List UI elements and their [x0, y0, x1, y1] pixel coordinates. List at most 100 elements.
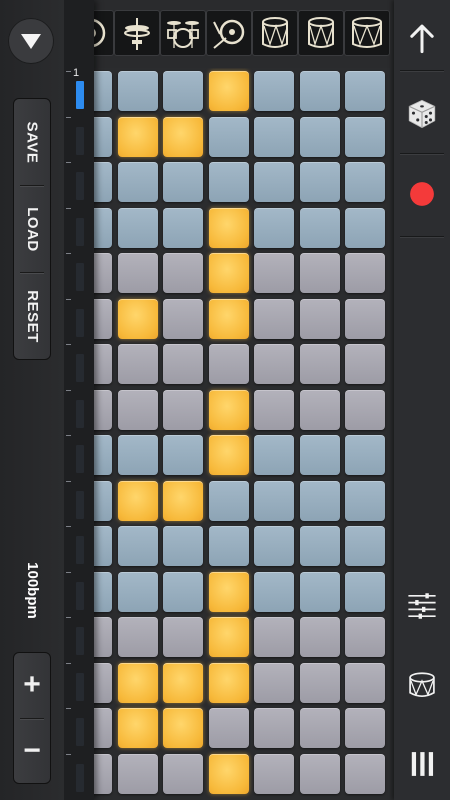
pad-cell[interactable]: [208, 526, 249, 566]
pad-cell[interactable]: [163, 662, 203, 703]
pad-cell[interactable]: [254, 116, 294, 157]
pad-cell[interactable]: [254, 662, 294, 703]
pad-cell[interactable]: [117, 116, 158, 157]
pad-cell[interactable]: [117, 207, 158, 248]
pad-cell[interactable]: [117, 162, 158, 202]
pad-cell[interactable]: [163, 116, 203, 157]
pad-cell[interactable]: [208, 253, 249, 293]
pad-cell[interactable]: [208, 116, 249, 157]
pad-cell[interactable]: [254, 344, 294, 384]
pad-cell[interactable]: [345, 162, 385, 202]
pad-cell[interactable]: [299, 207, 340, 248]
pad-cell[interactable]: [94, 344, 112, 384]
pad-cell[interactable]: [345, 207, 385, 248]
pad-cell[interactable]: [345, 571, 385, 612]
pad-cell[interactable]: [299, 162, 340, 202]
pad-cell[interactable]: [299, 435, 340, 475]
pad-cell[interactable]: [208, 207, 249, 248]
pad-cell[interactable]: [94, 617, 112, 657]
reset-button[interactable]: RESET: [14, 273, 50, 359]
pad-cell[interactable]: [208, 571, 249, 612]
pad-cell[interactable]: [208, 298, 249, 339]
save-button[interactable]: SAVE: [14, 99, 50, 185]
pad-cell[interactable]: [94, 207, 112, 248]
pad-cell[interactable]: [345, 435, 385, 475]
pad-cell[interactable]: [208, 480, 249, 521]
pad-cell[interactable]: [163, 753, 203, 794]
pad-cell[interactable]: [163, 617, 203, 657]
menu-button[interactable]: [398, 740, 446, 788]
pad-cell[interactable]: [254, 253, 294, 293]
pad-cell[interactable]: [163, 480, 203, 521]
scroll-up-button[interactable]: [398, 14, 446, 62]
pad-cell[interactable]: [345, 389, 385, 430]
pad-cell[interactable]: [345, 344, 385, 384]
pad-cell[interactable]: [299, 389, 340, 430]
pad-cell[interactable]: [299, 571, 340, 612]
pad-cell[interactable]: [254, 708, 294, 748]
pad-cell[interactable]: [94, 162, 112, 202]
pad-cell[interactable]: [299, 753, 340, 794]
pad-cell[interactable]: [94, 389, 112, 430]
pad-cell[interactable]: [254, 753, 294, 794]
pad-cell[interactable]: [254, 480, 294, 521]
pad-cell[interactable]: [345, 253, 385, 293]
pad-cell[interactable]: [345, 753, 385, 794]
pad-cell[interactable]: [208, 344, 249, 384]
pad-cell[interactable]: [299, 116, 340, 157]
pad-cell[interactable]: [94, 116, 112, 157]
pad-cell[interactable]: [94, 708, 112, 748]
pad-cell[interactable]: [254, 571, 294, 612]
pad-cell[interactable]: [117, 344, 158, 384]
pad-cell[interactable]: [163, 253, 203, 293]
pad-cell[interactable]: [117, 71, 158, 111]
pad-cell[interactable]: [254, 617, 294, 657]
pad-cell[interactable]: [117, 389, 158, 430]
pad-cell[interactable]: [117, 526, 158, 566]
pad-cell[interactable]: [254, 389, 294, 430]
pad-cell[interactable]: [163, 526, 203, 566]
pad-cell[interactable]: [254, 435, 294, 475]
pad-cell[interactable]: [345, 617, 385, 657]
drum-kit-select-button[interactable]: [398, 662, 446, 710]
instrument-hihat-button[interactable]: [114, 10, 160, 56]
pad-cell[interactable]: [208, 662, 249, 703]
pad-cell[interactable]: [163, 71, 203, 111]
pad-cell[interactable]: [254, 526, 294, 566]
instrument-floortom-button[interactable]: [344, 10, 390, 56]
pad-cell[interactable]: [345, 708, 385, 748]
pad-cell[interactable]: [94, 662, 112, 703]
mixer-button[interactable]: [398, 582, 446, 630]
pad-cell[interactable]: [117, 617, 158, 657]
pad-cell[interactable]: [163, 207, 203, 248]
pad-cell[interactable]: [208, 753, 249, 794]
pad-cell[interactable]: [345, 116, 385, 157]
pad-cell[interactable]: [94, 298, 112, 339]
pad-cell[interactable]: [208, 162, 249, 202]
pad-cell[interactable]: [117, 253, 158, 293]
pad-cell[interactable]: [208, 435, 249, 475]
instrument-cymbal-button[interactable]: [206, 10, 252, 56]
pad-cell[interactable]: [254, 162, 294, 202]
pad-cell[interactable]: [299, 617, 340, 657]
pad-cell[interactable]: [345, 298, 385, 339]
collapse-button[interactable]: [8, 18, 54, 64]
pad-cell[interactable]: [94, 571, 112, 612]
pad-cell[interactable]: [117, 435, 158, 475]
pad-cell[interactable]: [299, 708, 340, 748]
load-button[interactable]: LOAD: [14, 186, 50, 272]
record-button[interactable]: [398, 170, 446, 218]
pad-cell[interactable]: [163, 162, 203, 202]
pad-cell[interactable]: [163, 298, 203, 339]
pad-cell[interactable]: [94, 480, 112, 521]
pad-cell[interactable]: [163, 708, 203, 748]
pad-cell[interactable]: [208, 708, 249, 748]
pad-cell[interactable]: [117, 571, 158, 612]
pad-cell[interactable]: [117, 480, 158, 521]
pad-cell[interactable]: [163, 344, 203, 384]
pad-cell[interactable]: [345, 662, 385, 703]
pad-cell[interactable]: [345, 526, 385, 566]
instrument-snare-button[interactable]: [252, 10, 298, 56]
pad-cell[interactable]: [299, 298, 340, 339]
pad-cell[interactable]: [94, 526, 112, 566]
